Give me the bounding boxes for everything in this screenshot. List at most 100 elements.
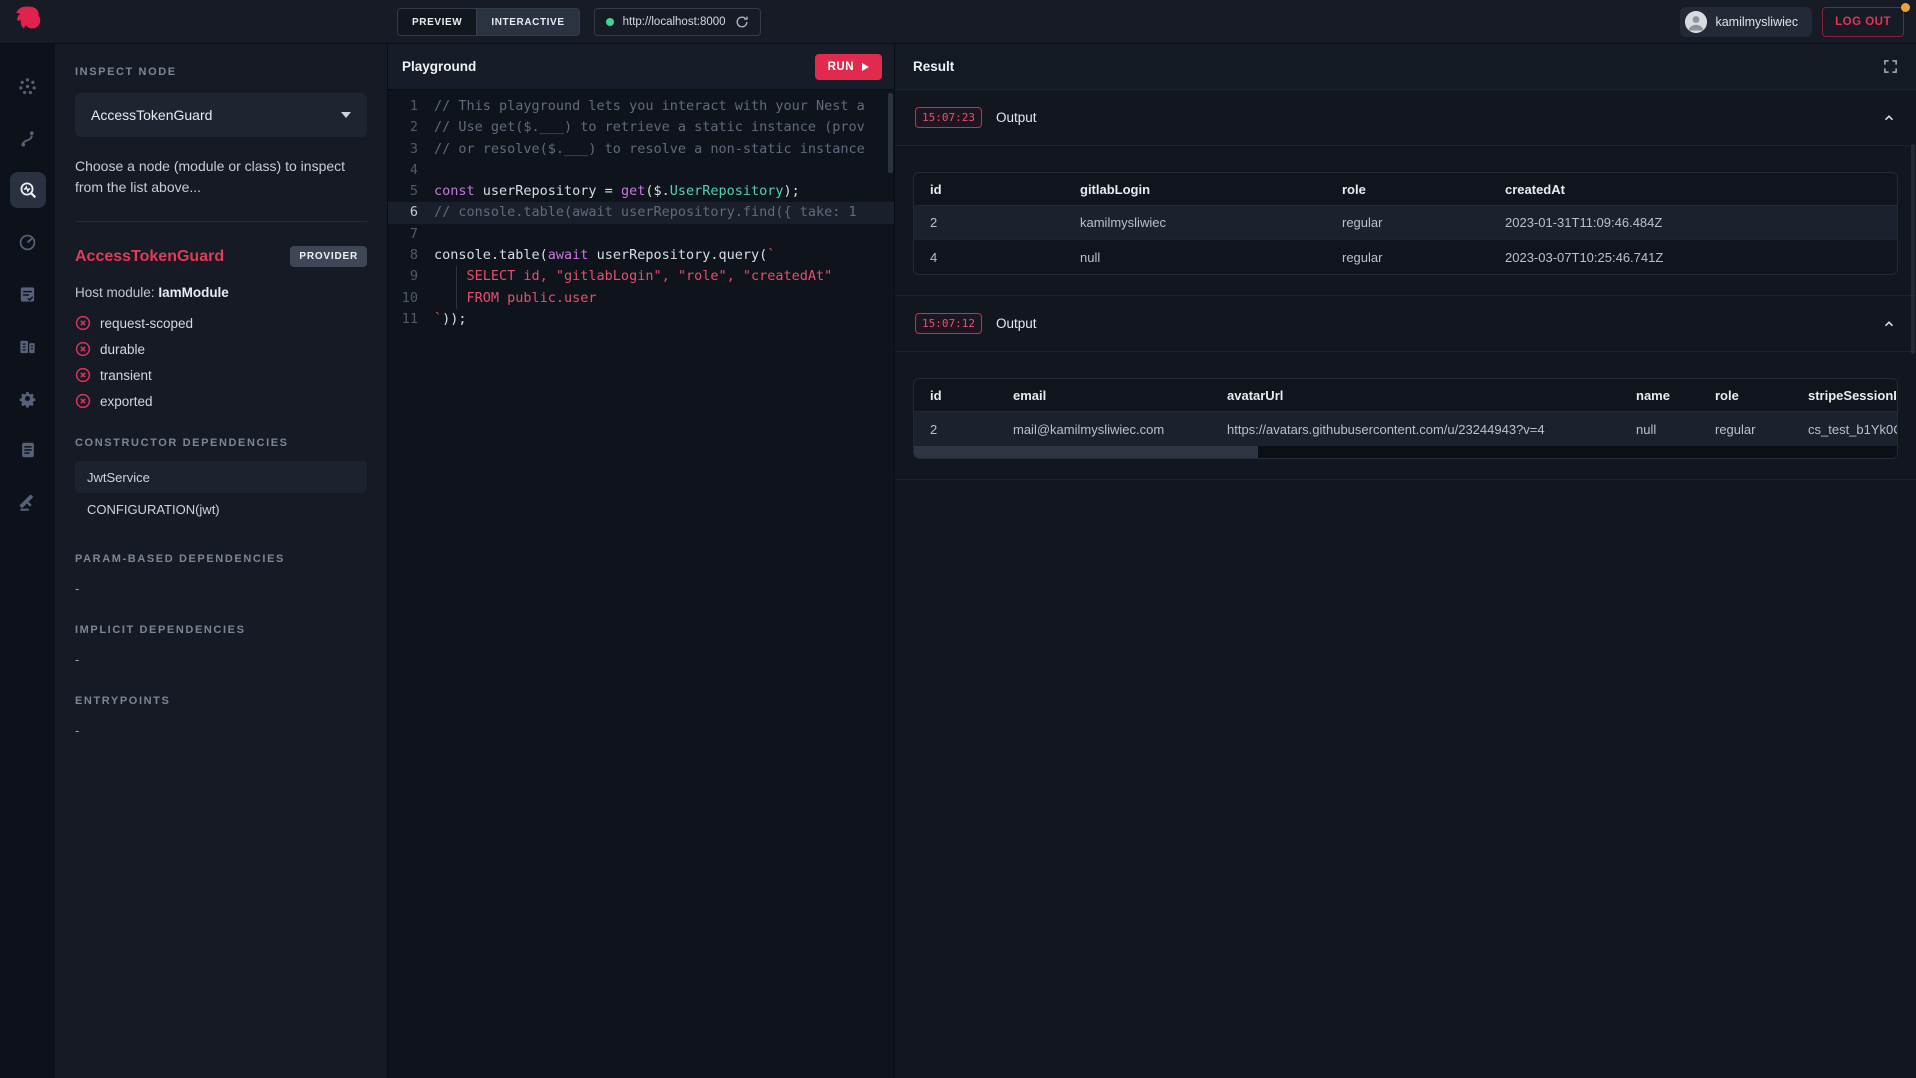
chevron-up-icon[interactable] (1882, 317, 1896, 331)
circle-x-icon (75, 393, 91, 409)
timestamp-badge: 15:07:12 (915, 313, 982, 334)
inspect-node-heading: INSPECT NODE (75, 66, 367, 78)
logout-button[interactable]: LOG OUT (1822, 7, 1904, 37)
refresh-icon[interactable] (735, 15, 749, 29)
code-line[interactable]: 5const userRepository = get($.UserReposi… (388, 181, 894, 202)
code-line[interactable]: 4 (388, 160, 894, 181)
code-line[interactable]: 9 SELECT id, "gitlabLogin", "role", "cre… (388, 266, 894, 287)
performance-gauge-icon[interactable] (10, 224, 46, 260)
top-bar: PREVIEW INTERACTIVE http://localhost:800… (0, 0, 1916, 44)
table-cell: regular (1326, 206, 1489, 240)
code-editor[interactable]: 1// This playground lets you interact wi… (388, 90, 894, 1078)
code-line[interactable]: 10 FROM public.user (388, 288, 894, 309)
code-line[interactable]: 7 (388, 224, 894, 245)
playground-title: Playground (402, 59, 476, 74)
expand-icon[interactable] (1883, 59, 1898, 74)
settings-gear-icon[interactable] (10, 380, 46, 416)
line-number: 4 (388, 160, 434, 181)
column-header: name (1620, 379, 1699, 412)
table-row: 4nullregular2023-03-07T10:25:46.741Z (914, 240, 1897, 274)
play-icon (862, 63, 869, 71)
modules-graph-icon[interactable] (10, 68, 46, 104)
output-block: 15:07:12OutputidemailavatarUrlnamerolest… (895, 296, 1916, 480)
timestamp-badge: 15:07:23 (915, 107, 982, 128)
user-name: kamilmysliwiec (1715, 15, 1798, 29)
docs-icon[interactable] (10, 432, 46, 468)
table-header-row: idgitlabLoginrolecreatedAt (914, 173, 1897, 206)
dependency-item[interactable]: CONFIGURATION(jwt) (75, 493, 367, 525)
empty-value: - (75, 723, 367, 738)
column-header: role (1699, 379, 1792, 412)
organization-icon[interactable] (10, 328, 46, 364)
url-text: http://localhost:8000 (623, 16, 726, 28)
node-flag: exported (75, 393, 367, 409)
line-number: 1 (388, 96, 434, 117)
scrollbar-thumb[interactable] (914, 446, 1258, 458)
line-number: 9 (388, 266, 434, 287)
code-line[interactable]: 1// This playground lets you interact wi… (388, 96, 894, 117)
avatar (1685, 11, 1707, 33)
table-cell: 2023-01-31T11:09:46.484Z (1489, 206, 1897, 240)
inspect-panel: INSPECT NODE AccessTokenGuard Choose a n… (55, 44, 387, 1078)
table-cell: null (1620, 412, 1699, 446)
code-line[interactable]: 8console.table(await userRepository.quer… (388, 245, 894, 266)
column-header: email (997, 379, 1211, 412)
output-table: idgitlabLoginrolecreatedAt2kamilmysliwie… (913, 172, 1898, 275)
inspect-icon[interactable] (10, 172, 46, 208)
section-heading: CONSTRUCTOR DEPENDENCIES (75, 437, 367, 449)
table-cell: 4 (914, 240, 1064, 274)
dependency-section: ENTRYPOINTS - (75, 695, 367, 738)
section-heading: PARAM-BASED DEPENDENCIES (75, 553, 367, 565)
code-line[interactable]: 6// console.table(await userRepository.f… (388, 202, 894, 223)
node-flag: request-scoped (75, 315, 367, 331)
inspect-hint: Choose a node (module or class) to inspe… (75, 156, 367, 198)
audit-checklist-icon[interactable] (10, 276, 46, 312)
url-box[interactable]: http://localhost:8000 (594, 8, 761, 36)
chevron-up-icon[interactable] (1882, 111, 1896, 125)
column-header: gitlabLogin (1064, 173, 1326, 206)
line-number: 6 (388, 202, 434, 223)
column-header: stripeSessionId (1792, 379, 1897, 412)
table-cell: https://avatars.githubusercontent.com/u/… (1211, 412, 1620, 446)
output-header[interactable]: 15:07:12Output (895, 296, 1916, 352)
chevron-down-icon (341, 112, 351, 118)
circle-x-icon (75, 341, 91, 357)
node-flag: transient (75, 367, 367, 383)
horizontal-scrollbar[interactable] (914, 446, 1897, 458)
user-chip[interactable]: kamilmysliwiec (1680, 7, 1812, 37)
tab-interactive[interactable]: INTERACTIVE (476, 9, 578, 35)
section-heading: ENTRYPOINTS (75, 695, 367, 707)
code-line[interactable]: 2// Use get($.___) to retrieve a static … (388, 117, 894, 138)
result-title: Result (913, 59, 954, 74)
column-header: id (914, 379, 997, 412)
code-line[interactable]: 11`)); (388, 309, 894, 330)
tab-preview[interactable]: PREVIEW (398, 9, 476, 35)
node-select-value: AccessTokenGuard (91, 107, 212, 123)
output-block: 15:07:23Output idgitlabLoginrolecreatedAt… (895, 90, 1916, 296)
node-select-dropdown[interactable]: AccessTokenGuard (75, 93, 367, 137)
node-title: AccessTokenGuard (75, 248, 224, 266)
code-line[interactable]: 3// or resolve($.___) to resolve a non-s… (388, 139, 894, 160)
table-cell: 2 (914, 412, 997, 446)
divider (75, 221, 367, 222)
empty-value: - (75, 652, 367, 667)
dependency-section: IMPLICIT DEPENDENCIES- (75, 624, 367, 667)
dependency-section: PARAM-BASED DEPENDENCIES - (75, 553, 367, 596)
dependency-item[interactable]: JwtService (75, 461, 367, 493)
dependency-section: CONSTRUCTOR DEPENDENCIES JwtServiceCONFIG… (75, 437, 367, 525)
result-panel: Result 15:07:23Output idgitlabLoginrolecr… (895, 44, 1916, 1078)
table-cell: regular (1699, 412, 1792, 446)
empty-value: - (75, 581, 367, 596)
legal-gavel-icon[interactable] (10, 484, 46, 520)
run-button[interactable]: RUN (815, 54, 882, 80)
output-header[interactable]: 15:07:23Output (895, 90, 1916, 146)
column-header: id (914, 173, 1064, 206)
line-number: 2 (388, 117, 434, 138)
output-table: idemailavatarUrlnamerolestripeSessionId2… (913, 378, 1898, 459)
routes-icon[interactable] (10, 120, 46, 156)
table-row: 2kamilmysliwiecregular2023-01-31T11:09:4… (914, 206, 1897, 240)
line-number: 3 (388, 139, 434, 160)
column-header: role (1326, 173, 1489, 206)
table-cell: null (1064, 240, 1326, 274)
result-scrollbar[interactable] (1911, 144, 1915, 354)
